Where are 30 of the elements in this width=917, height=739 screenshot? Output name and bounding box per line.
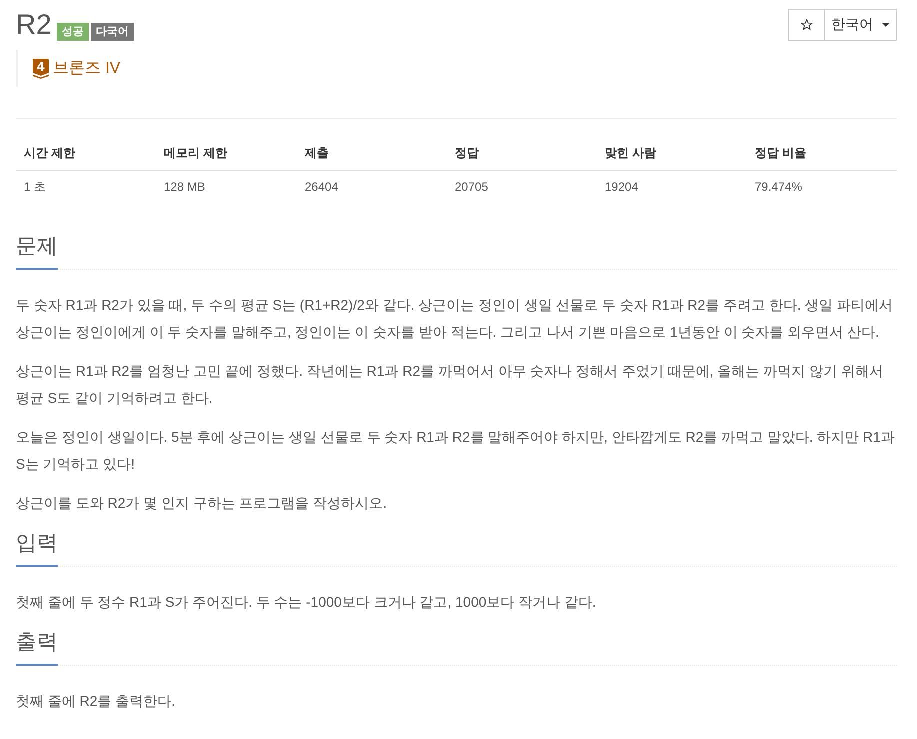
- table-cell: 20705: [447, 170, 597, 204]
- status-label: 성공: [56, 23, 89, 41]
- paragraph: 상근이는 R1과 R2를 엄청난 고민 끝에 정했다. 작년에는 R1과 R2를 까먹어서 아무 숫자나 정해서 주었기 때문에, 올해는 까먹지 않기 위해서 평균 S도 같이 기억하려고 한다.: [16, 362, 884, 408]
- status-label: 다국어: [90, 23, 134, 41]
- column-header: 시간 제한: [16, 137, 156, 170]
- star-icon: [800, 19, 812, 31]
- paragraph: 두 숫자 R1과 R2가 있을 때, 두 수의 평균 S는 (R1+R2)/2와 같다. 상근이는 정인이 생일 선물로 두 숫자 R1과 R2를 주려고 한다. 생일 파티에서 상근이는 정인이에게 이 두 숫자를 말해주고, 정인이는 이 숫자를 받아 적는다. 그리고 나서 기쁜 마음으로 1년동안 이 숫자를 외우면서 산다.: [16, 296, 894, 342]
- section-heading: 출력: [16, 628, 58, 666]
- table-cell: 128 MB: [156, 170, 297, 204]
- column-header: 정답 비율: [747, 137, 897, 170]
- favorite-button[interactable]: [788, 9, 825, 41]
- table-cell: 79.474%: [747, 170, 897, 204]
- section-heading: 문제: [16, 232, 58, 270]
- column-header: 제출: [297, 137, 447, 170]
- table-cell: 1 초: [16, 170, 156, 204]
- tier-badge: 4: [33, 58, 49, 78]
- table-cell: 26404: [297, 170, 447, 204]
- language-dropdown[interactable]: 한국어: [825, 9, 897, 41]
- paragraph: 오늘은 정인이 생일이다. 5분 후에 상근이는 생일 선물로 두 숫자 R1과 R2를 말해주어야 하지만, 안타깝게도 R2를 까먹고 말았다. 하지만 R1과 S는 기억하고 있다!: [16, 428, 896, 474]
- tier-link[interactable]: 브론즈 IV: [53, 58, 121, 79]
- column-header: 정답: [447, 137, 597, 170]
- column-header: 맞힌 사람: [597, 137, 747, 170]
- paragraph: 첫째 줄에 두 정수 R1과 S가 주어진다. 두 수는 -1000보다 크거나 같고, 1000보다 작거나 같다.: [16, 593, 598, 612]
- column-header: 메모리 제한: [156, 137, 297, 170]
- problem-title: R2: [16, 8, 52, 42]
- paragraph: 상근이를 도와 R2가 몇 인지 구하는 프로그램을 작성하시오.: [16, 494, 388, 513]
- section-heading: 입력: [16, 529, 58, 567]
- table-cell: 19204: [597, 170, 747, 204]
- caret-icon: [882, 23, 890, 27]
- paragraph: 첫째 줄에 R2를 출력한다.: [16, 692, 176, 711]
